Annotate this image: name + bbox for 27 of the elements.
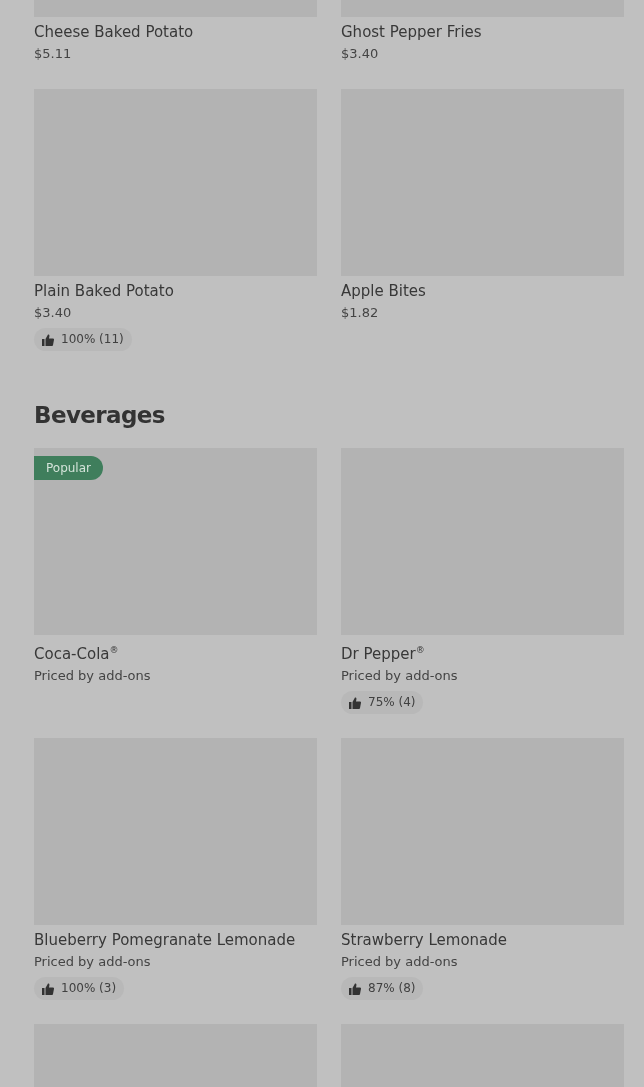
item-price: Priced by add-ons — [341, 953, 458, 971]
item-name: Apple Bites — [341, 281, 426, 302]
item-name: Strawberry Lemonade — [341, 930, 508, 951]
item-price: Priced by add-ons — [341, 667, 458, 685]
item-name: Coca-Cola$^{®}$ — [34, 644, 119, 665]
section-heading: Beverages — [34, 401, 166, 430]
item-price: $3.40 — [341, 45, 379, 63]
rating-badge: 75% (4) — [341, 691, 424, 714]
image-placeholder[interactable]: Popular — [34, 448, 317, 635]
item-price: $1.82 — [341, 304, 379, 322]
item-price: $5.11 — [34, 45, 72, 63]
item-price: Priced by add-ons — [34, 953, 151, 971]
item-name: Plain Baked Potato — [34, 281, 174, 302]
item-price: Priced by add-ons — [34, 667, 151, 685]
rating-badge: 100% (11) — [34, 328, 132, 351]
rating-badge: 87% (8) — [341, 977, 424, 1000]
item-price: $3.40 — [34, 304, 72, 322]
thumbs-up-icon — [42, 333, 54, 346]
item-name: Dr Pepper$^{®}$ — [341, 644, 425, 665]
popular-tag: Popular — [34, 456, 103, 480]
item-name: Blueberry Pomegranate Lemonade — [34, 930, 296, 951]
thumbs-up-icon — [349, 696, 361, 709]
item-name: Ghost Pepper Fries — [341, 22, 482, 43]
thumbs-up-icon — [349, 982, 361, 995]
item-name: Cheese Baked Potato — [34, 22, 194, 43]
thumbs-up-icon — [42, 982, 54, 995]
rating-badge: 100% (3) — [34, 977, 125, 1000]
